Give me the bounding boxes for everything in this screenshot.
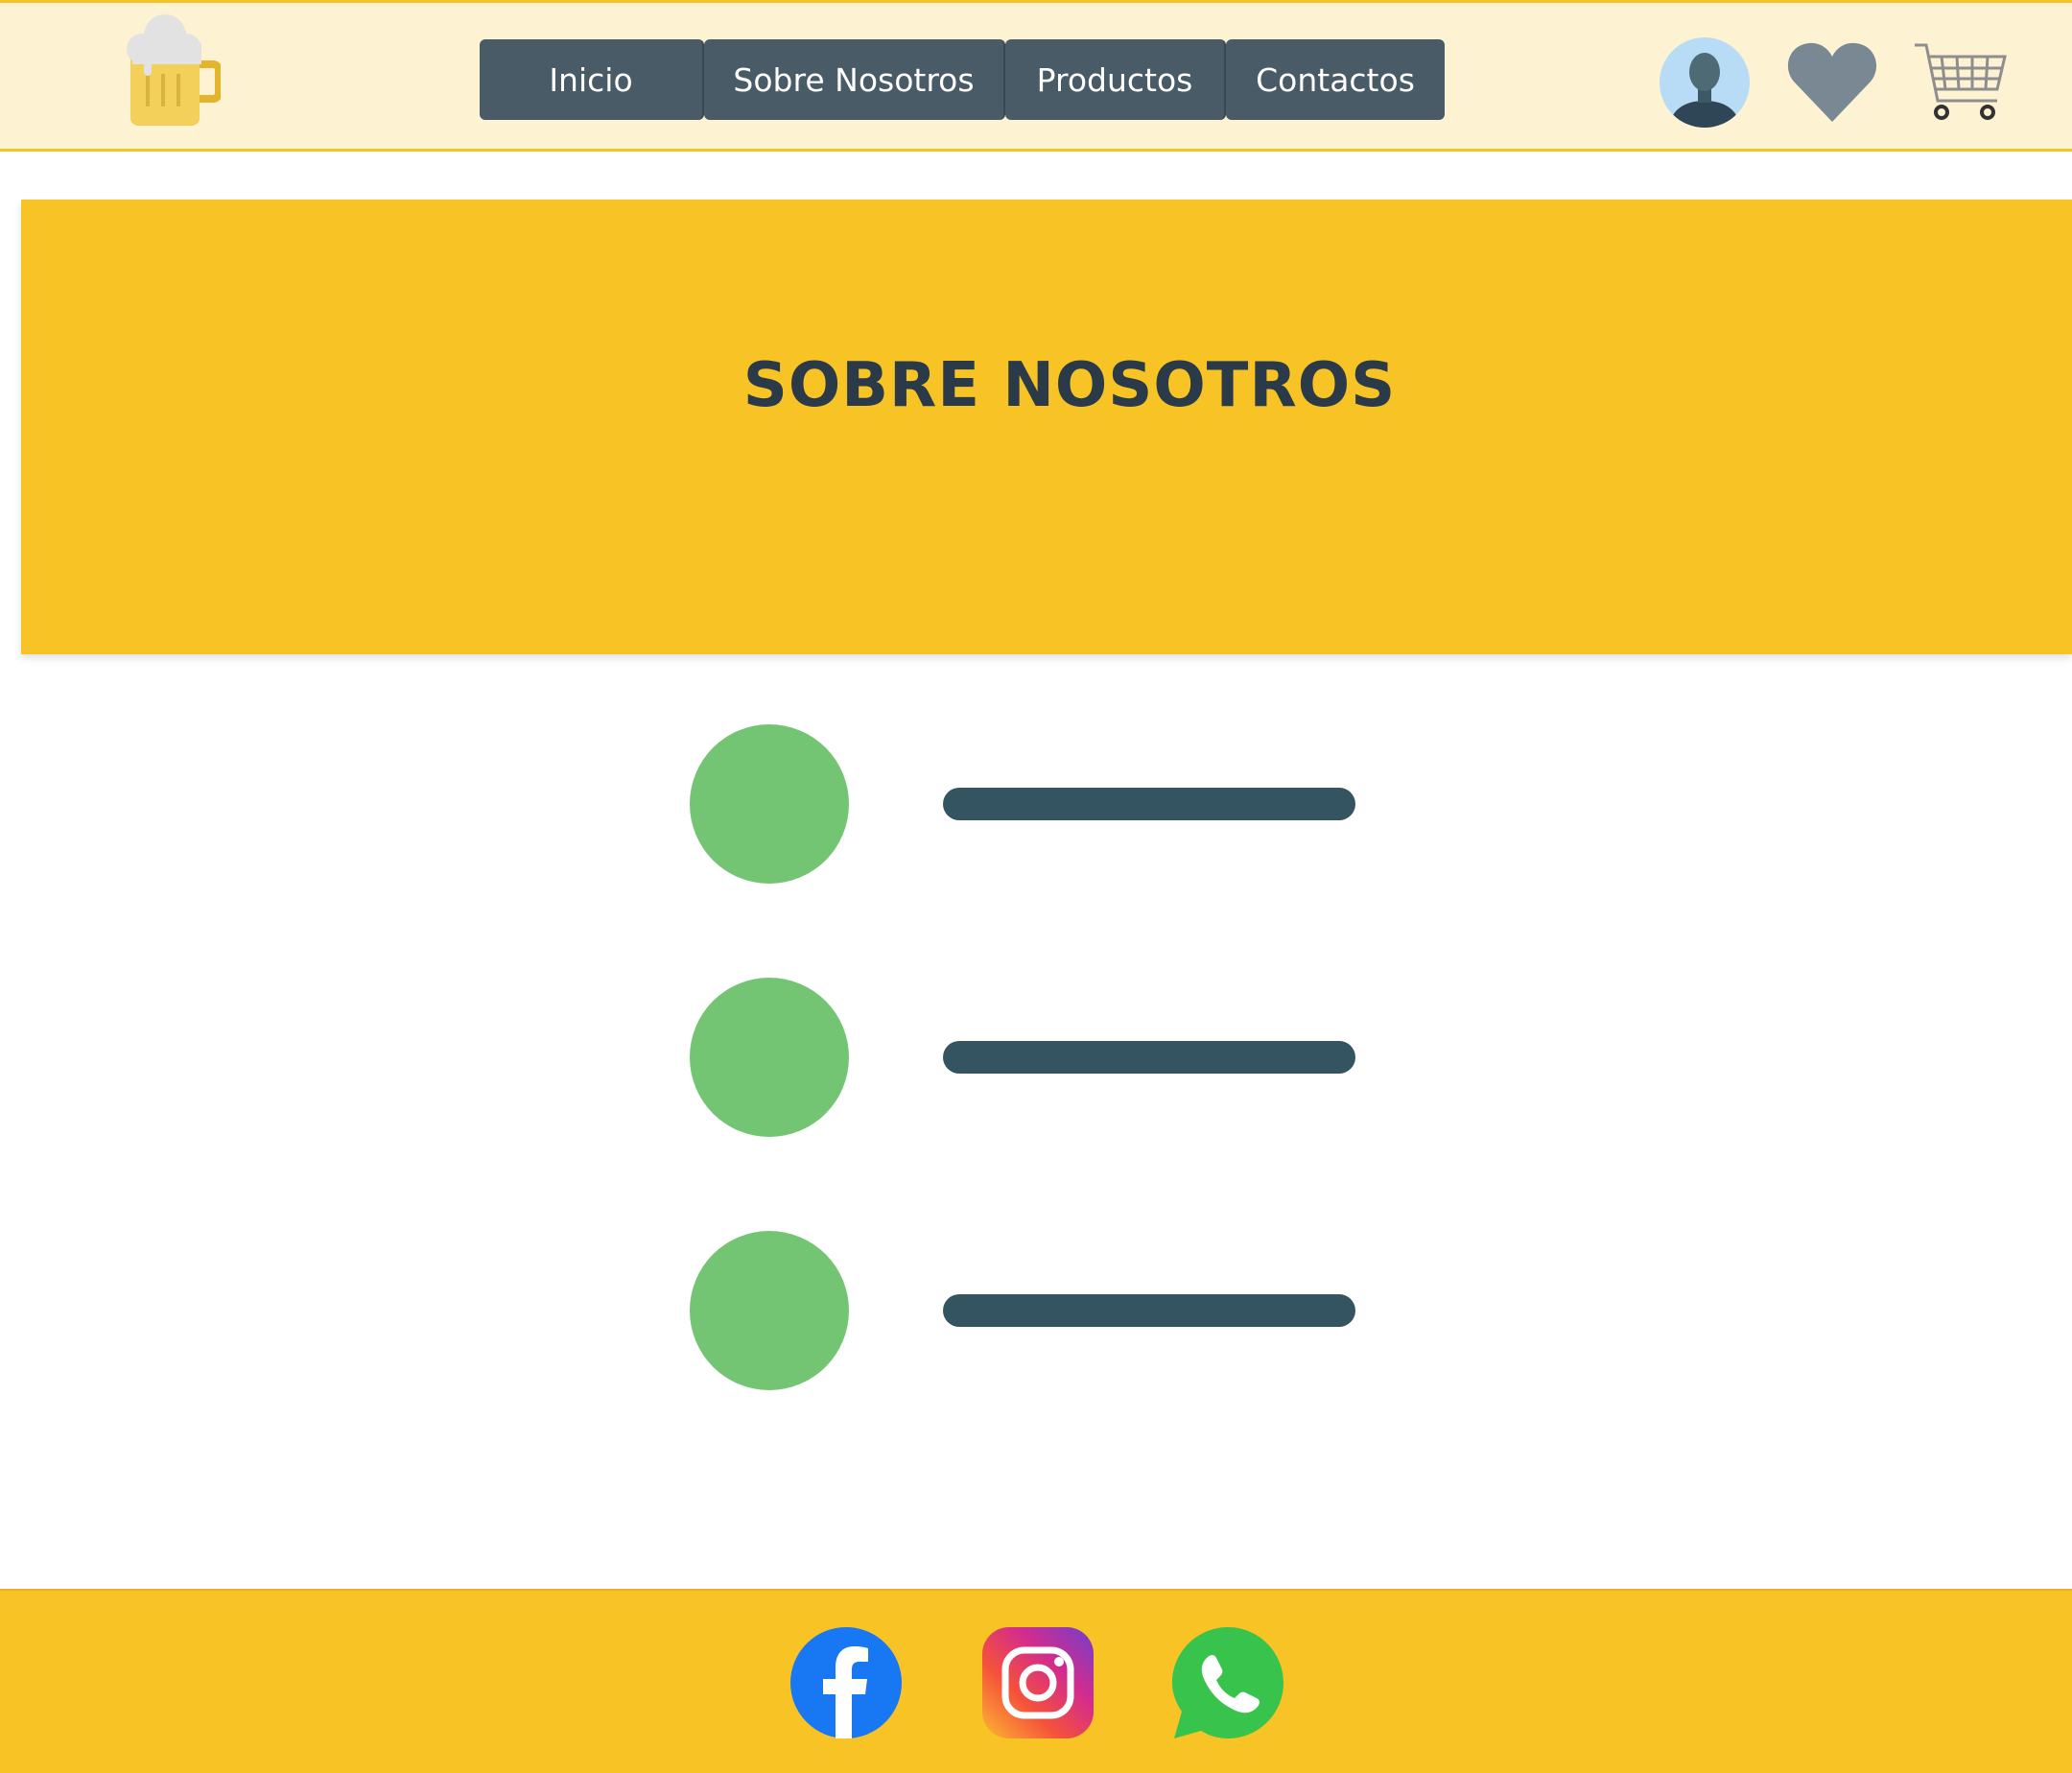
text-placeholder-bar [943,1294,1355,1327]
hero-banner [21,200,2072,654]
header: Inicio Sobre Nosotros Productos Contacto… [0,0,2072,152]
footer [0,1589,2072,1773]
heart-icon[interactable] [1786,41,1878,124]
page-title: SOBRE NOSOTROS [742,350,1397,421]
nav-item-contactos[interactable]: Contactos [1226,39,1445,120]
text-placeholder-bar [943,1041,1355,1074]
facebook-icon[interactable] [789,1625,904,1740]
main-nav: Inicio Sobre Nosotros Productos Contacto… [480,39,1445,120]
page: Inicio Sobre Nosotros Productos Contacto… [0,0,2072,1773]
whatsapp-icon[interactable] [1170,1625,1285,1740]
bullet-circle [690,978,849,1137]
shopping-cart-icon[interactable] [1913,41,2009,126]
nav-item-productos[interactable]: Productos [1005,39,1226,120]
nav-item-inicio[interactable]: Inicio [480,39,704,120]
nav-item-sobre-nosotros[interactable]: Sobre Nosotros [704,39,1005,120]
beer-mug-icon[interactable] [123,14,223,128]
instagram-icon[interactable] [980,1625,1095,1740]
bullet-circle [690,724,849,884]
list-item [690,1231,1361,1390]
user-avatar-icon[interactable] [1660,37,1750,128]
bullet-circle [690,1231,849,1390]
list-item [690,978,1361,1137]
text-placeholder-bar [943,788,1355,820]
list-item [690,724,1361,884]
